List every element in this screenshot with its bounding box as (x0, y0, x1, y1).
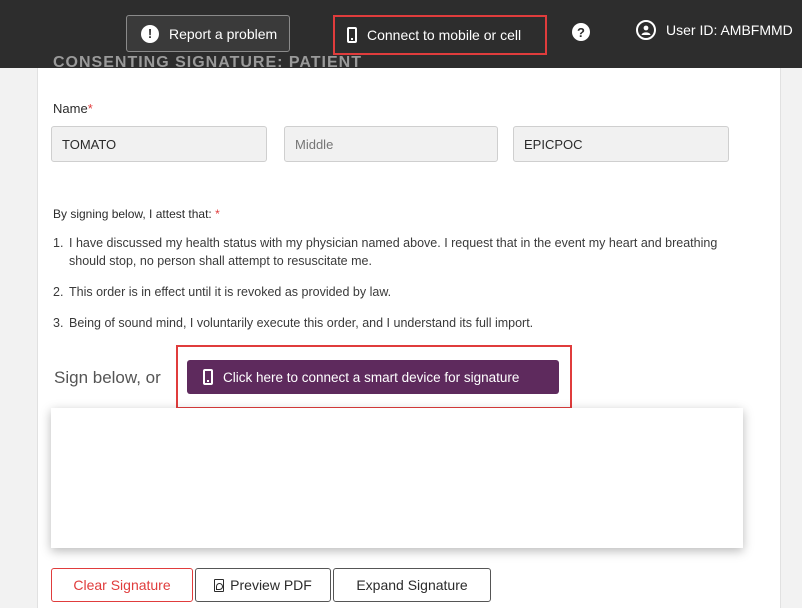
user-menu[interactable]: User ID: AMBFMMD (636, 20, 793, 40)
first-name-field[interactable] (51, 126, 267, 162)
middle-name-field[interactable] (284, 126, 498, 162)
list-item: 1. I have discussed my health status with… (53, 236, 718, 268)
preview-pdf-label: Preview PDF (230, 577, 312, 593)
mobile-phone-icon (347, 27, 357, 43)
pdf-icon (214, 578, 225, 592)
connect-mobile-button[interactable]: Connect to mobile or cell (333, 15, 547, 55)
expand-signature-button[interactable]: Expand Signature (333, 568, 491, 602)
signature-pad[interactable] (51, 408, 743, 548)
report-problem-label: Report a problem (169, 25, 278, 42)
signature-form-card: CONSENTING SIGNATURE: PATIENT Name* By s… (37, 54, 781, 608)
last-name-field[interactable] (513, 126, 729, 162)
required-marker: * (215, 207, 220, 221)
clear-signature-button[interactable]: Clear Signature (51, 568, 193, 602)
user-id-label: User ID: AMBFMMD (666, 22, 793, 38)
list-item: 3. Being of sound mind, I voluntarily exe… (53, 316, 534, 330)
list-item: 2. This order is in effect until it is re… (53, 285, 392, 299)
connect-device-label: Click here to connect a smart device for… (223, 369, 520, 385)
attest-label: By signing below, I attest that: * (53, 207, 220, 221)
exclamation-icon: ! (141, 24, 159, 43)
connect-mobile-label: Connect to mobile or cell (367, 27, 522, 43)
name-label: Name* (53, 101, 93, 116)
help-icon[interactable]: ? (572, 23, 590, 41)
report-problem-button[interactable]: ! Report a problem (126, 15, 290, 52)
connect-smart-device-button[interactable]: Click here to connect a smart device for… (187, 360, 559, 394)
required-marker: * (87, 101, 93, 116)
preview-pdf-button[interactable]: Preview PDF (195, 568, 331, 602)
mobile-phone-icon (203, 369, 213, 385)
sign-prompt: Sign below, or (54, 368, 161, 387)
user-avatar-icon (636, 20, 656, 40)
attest-list: 1. I have discussed my health status with… (53, 234, 743, 345)
section-heading: CONSENTING SIGNATURE: PATIENT (53, 54, 362, 71)
